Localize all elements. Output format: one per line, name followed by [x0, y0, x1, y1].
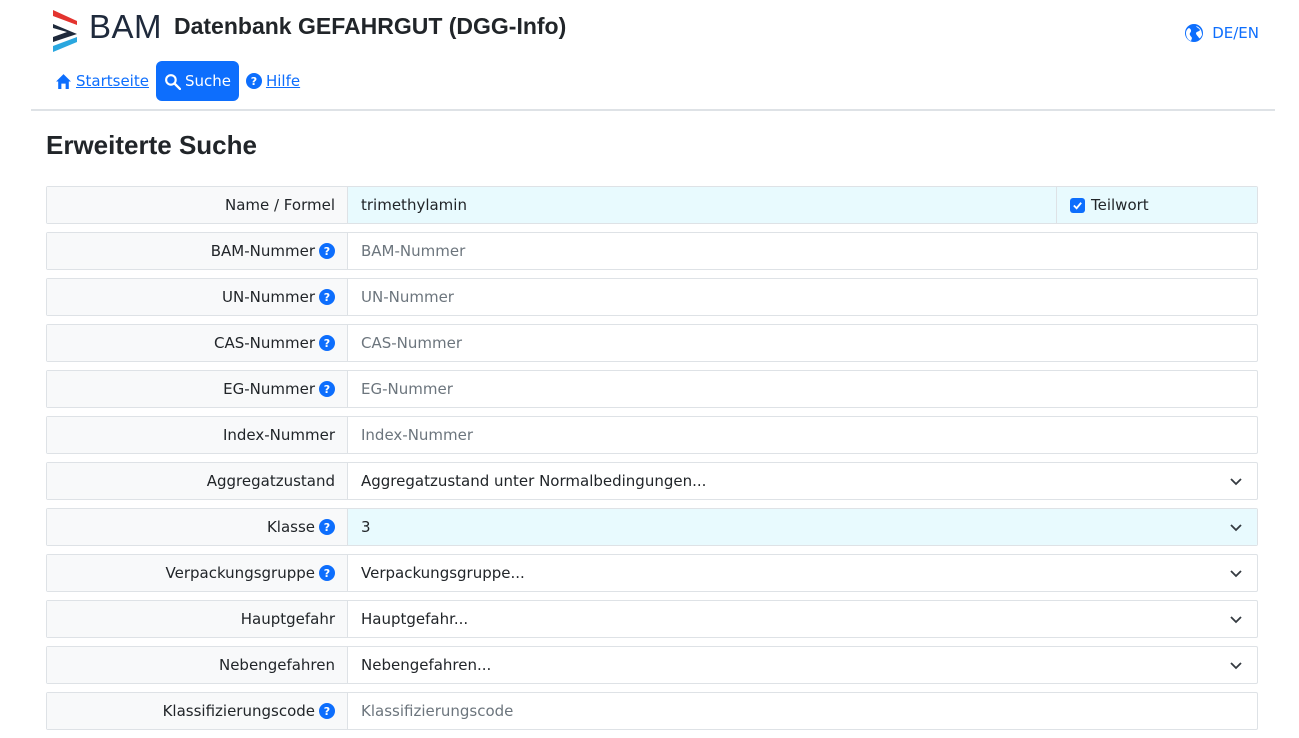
cas-field-wrap [348, 325, 1257, 361]
help-icon[interactable]: ? [319, 519, 335, 535]
search-icon [165, 73, 181, 90]
chevron-down-icon [1230, 524, 1242, 532]
haupt-label: Hauptgefahr [47, 601, 348, 637]
nav-startseite[interactable]: Startseite [48, 61, 156, 101]
teilwort-label: Teilwort [1091, 196, 1149, 214]
klasse-select[interactable]: 3 [348, 509, 1257, 545]
bam-logo-icon [53, 10, 77, 52]
cas-row: CAS-Nummer? [46, 324, 1258, 362]
haupt-selected-value: Hauptgefahr... [361, 610, 469, 628]
eg-row: EG-Nummer? [46, 370, 1258, 408]
home-icon [56, 73, 71, 89]
nav-startseite-label: Startseite [76, 72, 149, 90]
nebengefahren-select[interactable]: Nebengefahren... [348, 647, 1257, 683]
klasse-label: Klasse? [47, 509, 348, 545]
header-divider [31, 109, 1275, 111]
chevron-down-icon [1230, 570, 1242, 578]
language-label: DE/EN [1212, 24, 1259, 42]
check-icon [1073, 201, 1082, 210]
nav-hilfe-label: Hilfe [265, 72, 301, 90]
klassifizierung-label: Klassifizierungscode? [47, 693, 348, 729]
aggregat-selected-value: Aggregatzustand unter Normalbedingungen.… [361, 472, 707, 490]
help-icon[interactable]: ? [319, 565, 335, 581]
chevron-down-icon [1230, 662, 1242, 670]
bam-row: BAM-Nummer? [46, 232, 1258, 270]
aggregat-label: Aggregatzustand [47, 463, 348, 499]
name-formel-input[interactable] [361, 196, 1056, 214]
bam-nummer-input[interactable] [361, 242, 1257, 260]
help-icon[interactable]: ? [319, 381, 335, 397]
name-label: Name / Formel [47, 187, 348, 223]
search-form: Name / Formel Teilwort BAM-Nummer? UN-Nu… [46, 186, 1258, 738]
klasse-row: Klasse? 3 [46, 508, 1258, 546]
aggregat-row: Aggregatzustand Aggregatzustand unter No… [46, 462, 1258, 500]
help-icon[interactable]: ? [319, 289, 335, 305]
eg-label: EG-Nummer? [47, 371, 348, 407]
aggregatzustand-select[interactable]: Aggregatzustand unter Normalbedingungen.… [348, 463, 1257, 499]
main-nav: Startseite Suche ? Hilfe [48, 61, 307, 101]
index-nummer-input[interactable] [361, 426, 1257, 444]
eg-nummer-input[interactable] [361, 380, 1257, 398]
nav-hilfe[interactable]: ? Hilfe [239, 61, 307, 101]
page-title: Erweiterte Suche [46, 130, 257, 160]
index-label: Index-Nummer [47, 417, 348, 453]
bam-field-wrap [348, 233, 1257, 269]
name-field-wrap [348, 187, 1056, 223]
bam-label: BAM-Nummer? [47, 233, 348, 269]
index-row: Index-Nummer [46, 416, 1258, 454]
chevron-down-icon [1230, 478, 1242, 486]
un-row: UN-Nummer? [46, 278, 1258, 316]
name-row: Name / Formel Teilwort [46, 186, 1258, 224]
help-icon[interactable]: ? [319, 335, 335, 351]
eg-field-wrap [348, 371, 1257, 407]
un-field-wrap [348, 279, 1257, 315]
cas-label: CAS-Nummer? [47, 325, 348, 361]
help-circle-icon: ? [245, 73, 262, 89]
verpackungsgruppe-select[interactable]: Verpackungsgruppe... [348, 555, 1257, 591]
un-nummer-input[interactable] [361, 288, 1257, 306]
klassifizierung-row: Klassifizierungscode? [46, 692, 1258, 730]
hauptgefahr-select[interactable]: Hauptgefahr... [348, 601, 1257, 637]
nav-suche-label: Suche [184, 72, 231, 90]
help-icon[interactable]: ? [319, 703, 335, 719]
verpackung-label: Verpackungsgruppe? [47, 555, 348, 591]
index-field-wrap [348, 417, 1257, 453]
cas-nummer-input[interactable] [361, 334, 1257, 352]
help-icon[interactable]: ? [319, 243, 335, 259]
klassifizierungscode-input[interactable] [361, 702, 1257, 720]
verpackung-selected-value: Verpackungsgruppe... [361, 564, 525, 582]
klasse-selected-value: 3 [361, 518, 371, 536]
globe-icon [1185, 24, 1204, 42]
teilwort-checkbox[interactable] [1070, 197, 1085, 213]
klassifizierung-field-wrap [348, 693, 1257, 729]
app-header: BAM Datenbank GEFAHRGUT (DGG-Info) DE/EN… [0, 0, 1299, 111]
app-title: Datenbank GEFAHRGUT (DGG-Info) [174, 13, 567, 39]
chevron-down-icon [1230, 616, 1242, 624]
neben-label: Nebengefahren [47, 647, 348, 683]
neben-selected-value: Nebengefahren... [361, 656, 492, 674]
nav-suche[interactable]: Suche [155, 61, 239, 101]
haupt-row: Hauptgefahr Hauptgefahr... [46, 600, 1258, 638]
teilwort-option[interactable]: Teilwort [1056, 187, 1257, 223]
neben-row: Nebengefahren Nebengefahren... [46, 646, 1258, 684]
verpackung-row: Verpackungsgruppe? Verpackungsgruppe... [46, 554, 1258, 592]
language-switch[interactable]: DE/EN [1184, 23, 1259, 43]
un-label: UN-Nummer? [47, 279, 348, 315]
logo-text: BAM [89, 8, 163, 45]
